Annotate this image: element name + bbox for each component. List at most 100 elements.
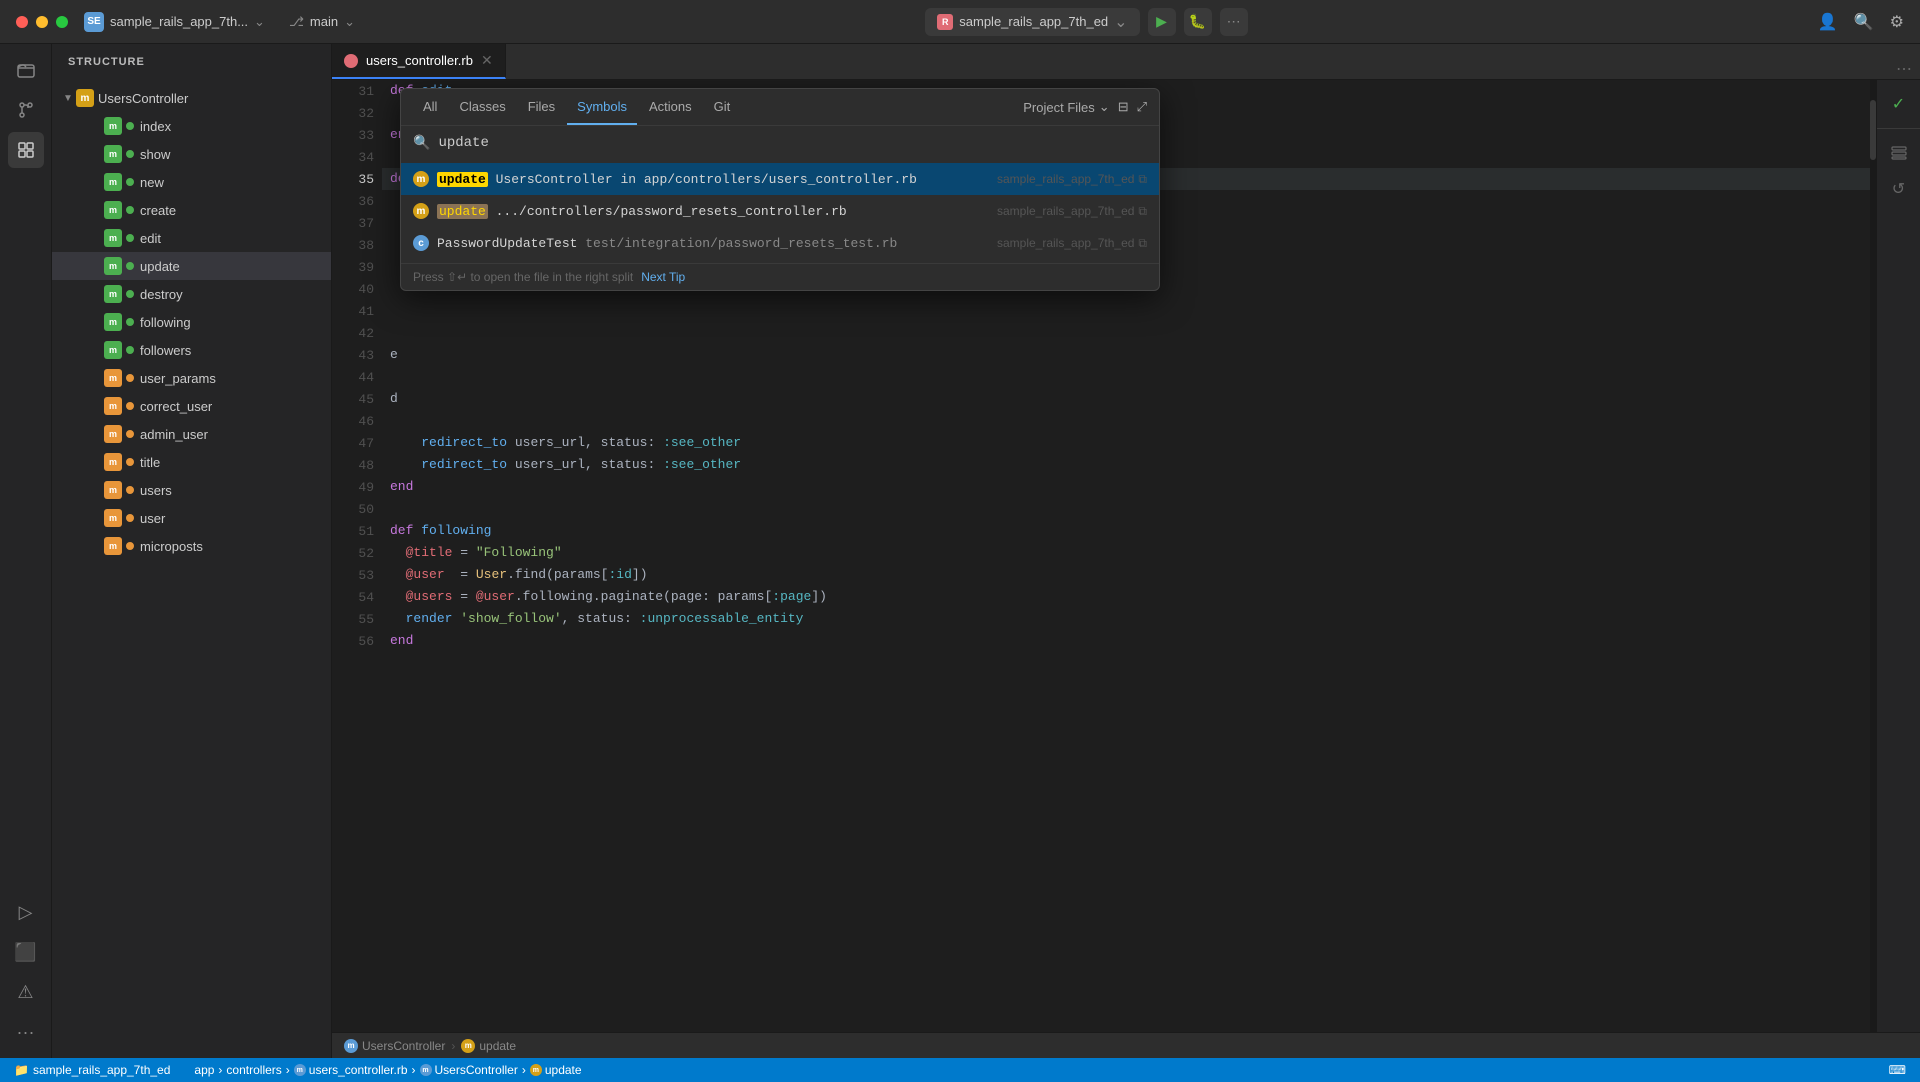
keyboard-icon: ⌨ [1889,1063,1906,1077]
search-footer: Press ⇧↵ to open the file in the right s… [401,263,1159,290]
green-dot-icon [126,346,134,354]
green-dot-icon [126,290,134,298]
tree-expand-icon: ▼ [60,90,76,106]
line-num-39: 39 [332,256,382,278]
maximize-button[interactable] [56,16,68,28]
code-line-52: @title = "Following" [382,542,1870,564]
branch-name: main [310,14,338,29]
line-num-46: 46 [332,410,382,432]
result-repo-name-2: sample_rails_app_7th_ed [997,204,1134,218]
search-tab-symbols[interactable]: Symbols [567,89,637,125]
sidebar-item-title[interactable]: m title [52,448,331,476]
activity-more-icon[interactable]: ··· [8,1014,44,1050]
next-tip-button[interactable]: Next Tip [641,270,685,284]
result-repo-1: sample_rails_app_7th_ed ⧉ [997,172,1147,187]
status-sep-4: › [522,1063,526,1077]
settings-icon[interactable]: ⚙ [1890,12,1904,32]
sidebar-item-users-controller[interactable]: ▼ m UsersController [52,84,331,112]
status-controllers: controllers [226,1063,281,1077]
sidebar-item-new[interactable]: m new [52,168,331,196]
sidebar-item-destroy[interactable]: m destroy [52,280,331,308]
sidebar-item-show[interactable]: m show [52,140,331,168]
code-line-47: redirect_to users_url, status: :see_othe… [382,432,1870,454]
search-result-3[interactable]: c PasswordUpdateTest test/integration/pa… [401,227,1159,259]
search-tab-all[interactable]: All [413,89,447,125]
search-tab-files[interactable]: Files [518,89,565,125]
more-button[interactable]: ⋯ [1220,8,1248,36]
line-num-55: 55 [332,608,382,630]
activity-warning-icon[interactable]: ⚠ [8,974,44,1010]
run-button[interactable]: ▶ [1148,8,1176,36]
branch-selector[interactable]: ⎇ main ⌄ [289,14,355,30]
search-input[interactable] [438,135,1147,151]
project-files-chevron-icon: ⌄ [1099,99,1110,115]
status-app: app [194,1063,214,1077]
activity-terminal-icon[interactable]: ⬛ [8,934,44,970]
activity-folder-icon[interactable] [8,52,44,88]
result-copy-icon-3[interactable]: ⧉ [1138,236,1147,251]
breadcrumb-method[interactable]: m update [461,1039,516,1053]
sidebar-item-users[interactable]: m users [52,476,331,504]
sidebar-item-index[interactable]: m index [52,112,331,140]
sidebar-item-microposts[interactable]: m microposts [52,532,331,560]
activity-structure-icon[interactable] [8,132,44,168]
search-overlay: All Classes Files Symbols Actions Git Pr… [400,88,1160,291]
sidebar-item-correct-user[interactable]: m correct_user [52,392,331,420]
line-num-47: 47 [332,432,382,454]
search-title-icon[interactable]: 🔍 [1854,12,1874,32]
code-line-42 [382,322,1870,344]
activity-git-icon[interactable] [8,92,44,128]
status-file-icon: m [294,1064,306,1076]
method-private-icon: m [104,537,122,555]
gutter-check-icon[interactable]: ✓ [1883,88,1915,120]
sidebar-item-followers[interactable]: m followers [52,336,331,364]
code-line-53: @user = User.find(params[:id]) [382,564,1870,586]
orange-dot-icon [126,542,134,550]
status-breadcrumb[interactable]: app › controllers › m users_controller.r… [188,1058,587,1082]
method-icon: m [104,313,122,331]
status-project[interactable]: 📁 sample_rails_app_7th_ed [8,1058,176,1082]
activity-run-icon[interactable]: ▷ [8,894,44,930]
minimize-button[interactable] [36,16,48,28]
editor-content: 31 32 33 34 35 36 37 38 39 40 41 42 43 4… [332,80,1920,1032]
result-copy-icon-2[interactable]: ⧉ [1138,204,1147,219]
status-keyboard-icon[interactable]: ⌨ [1883,1058,1912,1082]
sidebar-item-following[interactable]: m following [52,308,331,336]
tab-close-button[interactable]: ✕ [481,52,493,69]
project-files-selector[interactable]: Project Files ⌄ [1023,99,1109,115]
search-tab-actions[interactable]: Actions [639,89,702,125]
filter-icon[interactable]: ⊟ [1118,99,1129,115]
result-match-3: PasswordUpdateTest test/integration/pass… [437,236,989,251]
sidebar-item-edit[interactable]: m edit [52,224,331,252]
project-selector[interactable]: SE sample_rails_app_7th... ⌄ [84,12,265,32]
code-line-55: render 'show_follow', status: :unprocess… [382,608,1870,630]
gutter-history-icon[interactable]: ↺ [1883,173,1915,205]
search-tab-git[interactable]: Git [704,89,741,125]
search-result-1[interactable]: m update UsersController in app/controll… [401,163,1159,195]
expand-icon[interactable]: ⤢ [1137,99,1147,115]
branch-icon: ⎇ [289,14,304,30]
method-icon: m [104,341,122,359]
status-project-icon: 📁 [14,1063,29,1077]
status-class-icon: m [420,1064,432,1076]
breadcrumb-controller[interactable]: m UsersController [344,1039,445,1053]
result-method-icon-2: m [413,203,429,219]
sidebar-item-user[interactable]: m user [52,504,331,532]
sidebar-item-create[interactable]: m create [52,196,331,224]
line-num-52: 52 [332,542,382,564]
close-button[interactable] [16,16,28,28]
gutter-layers-icon[interactable] [1883,137,1915,169]
search-tab-classes[interactable]: Classes [449,89,515,125]
tab-users-controller[interactable]: users_controller.rb ✕ [332,44,506,79]
sidebar-item-admin-user[interactable]: m admin_user [52,420,331,448]
tab-more-icon[interactable]: ⋯ [1896,59,1912,79]
search-result-2[interactable]: m update .../controllers/password_resets… [401,195,1159,227]
sidebar-item-update[interactable]: m update [52,252,331,280]
debug-button[interactable]: 🐛 [1184,8,1212,36]
project-center-label[interactable]: R sample_rails_app_7th_ed ⌄ [925,8,1139,36]
people-icon[interactable]: 👤 [1818,12,1838,32]
sidebar-item-user-params[interactable]: m user_params [52,364,331,392]
titlebar-center: R sample_rails_app_7th_ed ⌄ ▶ 🐛 ⋯ [355,8,1818,36]
line-num-42: 42 [332,322,382,344]
result-copy-icon-1[interactable]: ⧉ [1138,172,1147,187]
